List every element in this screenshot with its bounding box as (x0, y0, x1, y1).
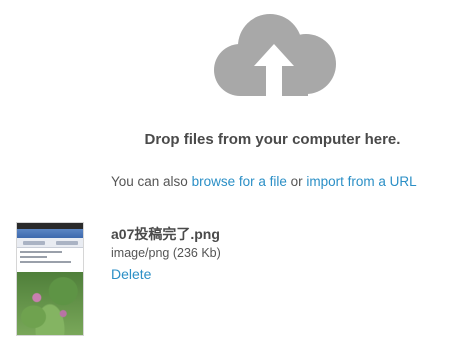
upload-dropzone[interactable]: Drop files from your computer here. You … (0, 0, 453, 356)
file-name: a07投稿完了.png (111, 226, 220, 242)
thumbnail-message (17, 248, 83, 272)
thumbnail-nav-bar (17, 229, 83, 238)
file-type-size: image/png (236 Kb) (111, 246, 221, 260)
import-url-link[interactable]: import from a URL (306, 174, 416, 189)
browse-file-link[interactable]: browse for a file (192, 174, 287, 189)
delete-file-link[interactable]: Delete (111, 266, 151, 282)
file-thumbnail (16, 222, 84, 336)
drop-instructions: Drop files from your computer here. (144, 131, 401, 148)
also-prefix: You can also (111, 174, 192, 189)
or-text: or (286, 174, 307, 189)
thumbnail-toolbar (17, 238, 83, 248)
alternative-upload-line: You can also browse for a file or import… (111, 174, 417, 189)
thumbnail-photo (17, 272, 83, 335)
cloud-upload-icon[interactable] (210, 12, 338, 102)
